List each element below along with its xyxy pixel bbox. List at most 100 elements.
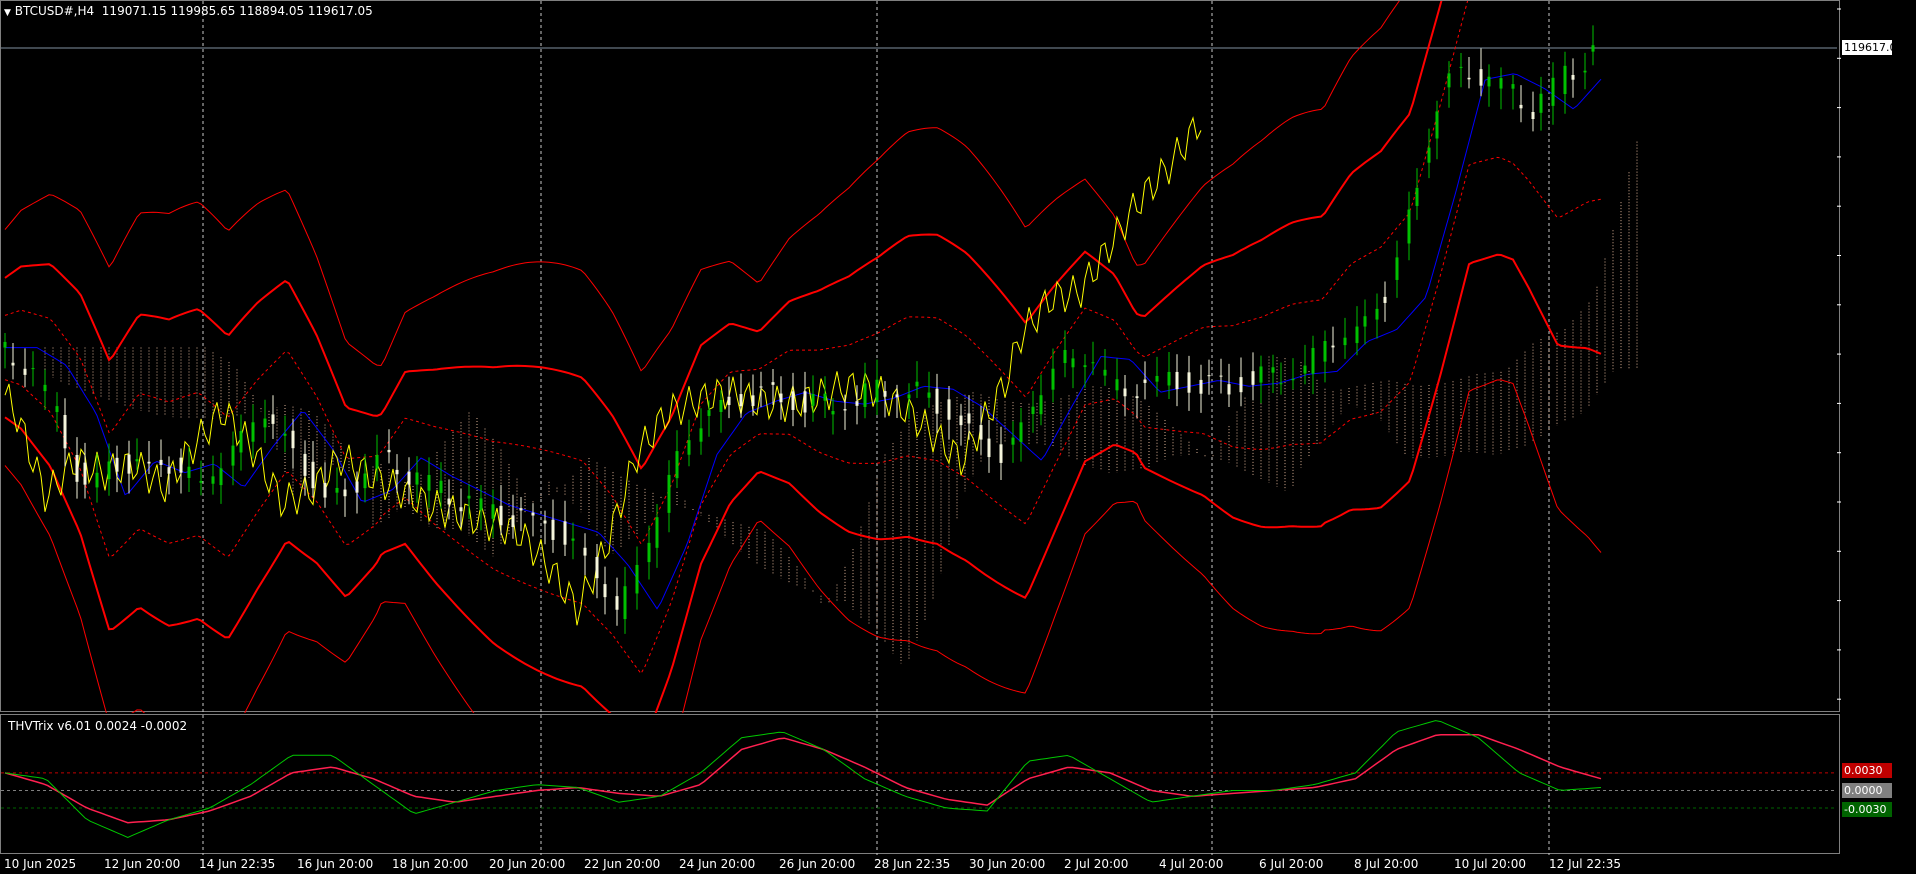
candle-body — [291, 430, 295, 449]
candle-body — [707, 410, 711, 416]
candle-body — [375, 454, 379, 469]
candle-body — [1011, 437, 1015, 445]
candle-body — [1251, 371, 1255, 385]
candle-body — [23, 368, 27, 375]
time-axis: 10 Jun 2025 12 Jun 20:00 14 Jun 22:35 16 Ju… — [4, 857, 1621, 871]
candle-body — [127, 454, 131, 474]
level-upper-badge: 0.0030 — [1842, 763, 1892, 778]
price-chart-pane[interactable]: 120956.50119339.50117722.50116105.501144… — [0, 0, 1841, 713]
symbol-label: BTCUSD#,H4 — [14, 4, 95, 18]
candle-body — [623, 586, 627, 620]
candle-body — [1539, 93, 1543, 113]
candle-body — [687, 440, 691, 455]
candle-body — [979, 425, 983, 440]
candle-body — [959, 415, 963, 426]
candle-body — [1519, 104, 1523, 109]
candle-body — [335, 487, 339, 493]
candle-body — [583, 547, 587, 556]
candle-body — [1487, 76, 1491, 87]
candle-body — [875, 379, 879, 403]
candle-body — [467, 495, 471, 499]
candle-body — [1447, 73, 1451, 88]
time-axis-label: 16 Jun 20:00 — [297, 857, 373, 871]
candle-body — [1591, 45, 1595, 52]
candle-body — [947, 399, 951, 420]
candle-body — [1199, 379, 1203, 394]
candle-body — [883, 391, 887, 397]
time-axis-label: 10 Jul 20:00 — [1454, 857, 1526, 871]
candle-body — [811, 393, 815, 406]
candle-body — [135, 459, 139, 462]
indicator-name: THVTrix v6.01 — [8, 719, 92, 733]
candle-body — [1563, 65, 1567, 95]
candle-body — [1071, 358, 1075, 368]
candle-body — [823, 393, 827, 401]
candle-body — [1279, 383, 1283, 385]
candle-body — [1019, 422, 1023, 443]
candle-body — [1143, 379, 1147, 383]
level-lower-badge: -0.0030 — [1842, 802, 1892, 817]
candle-body — [603, 584, 607, 598]
candle-body — [1363, 316, 1367, 327]
candle-body — [75, 454, 79, 482]
candle-body — [571, 538, 575, 541]
candle-body — [1039, 395, 1043, 415]
time-axis-label: 26 Jun 20:00 — [779, 857, 855, 871]
candle-body — [1311, 347, 1315, 374]
indicator-canvas[interactable]: 0.0115-0.0093 — [1, 715, 1841, 855]
candle-body — [159, 459, 163, 465]
candle-body — [563, 521, 567, 545]
candle-body — [987, 438, 991, 458]
candle-body — [231, 445, 235, 466]
candle-body — [675, 451, 679, 479]
candle-body — [343, 489, 347, 497]
candle-body — [511, 515, 515, 528]
candle-body — [1375, 308, 1379, 320]
candle-body — [1459, 66, 1463, 68]
candle-body — [915, 381, 919, 387]
candle-body — [43, 384, 47, 392]
candle-body — [595, 557, 599, 579]
indicator-title: THVTrix v6.01 0.0024 -0.0002 — [8, 719, 187, 733]
time-axis-label: 12 Jul 22:35 — [1549, 857, 1621, 871]
candle-body — [31, 368, 35, 370]
candle-body — [1395, 257, 1399, 280]
candle-body — [1571, 74, 1575, 80]
candle-body — [355, 481, 359, 493]
time-axis-label: 22 Jun 20:00 — [584, 857, 660, 871]
price-chart-canvas[interactable]: 120956.50119339.50117722.50116105.501144… — [1, 1, 1841, 713]
candle-body — [1031, 406, 1035, 414]
candle-body — [427, 474, 431, 491]
candle-body — [439, 480, 443, 493]
candle-body — [1103, 369, 1107, 376]
time-axis-label: 28 Jun 22:35 — [874, 857, 950, 871]
candle-body — [479, 498, 483, 511]
candle-body — [967, 413, 971, 424]
candle-body — [727, 396, 731, 406]
candle-body — [1271, 367, 1275, 373]
candle-body — [1123, 388, 1127, 397]
chart-menu-icon[interactable]: ▼ — [4, 8, 11, 18]
candle-body — [1531, 112, 1535, 120]
candle-body — [1083, 365, 1087, 368]
candle-body — [843, 409, 847, 411]
candle-body — [179, 457, 183, 473]
candle-body — [895, 394, 899, 398]
candle-body — [415, 472, 419, 485]
time-axis-label: 24 Jun 20:00 — [679, 857, 755, 871]
candle-body — [407, 471, 411, 485]
time-axis-label: 30 Jun 20:00 — [969, 857, 1045, 871]
candle-body — [1155, 375, 1159, 382]
candle-body — [11, 362, 15, 366]
candle-body — [1355, 326, 1359, 344]
candle-body — [387, 449, 391, 453]
candle-body — [1343, 337, 1347, 346]
candle-body — [935, 388, 939, 414]
chart-title: ▼ BTCUSD#,H4 119071.15 119985.65 118894.… — [4, 4, 373, 18]
candle-body — [863, 383, 867, 407]
indicator-pane[interactable]: 0.0115-0.0093 — [0, 714, 1841, 855]
bollinger-band-line — [4, 1, 1400, 372]
candle-body — [803, 391, 807, 413]
candle-body — [1331, 345, 1335, 348]
candle-body — [655, 517, 659, 548]
